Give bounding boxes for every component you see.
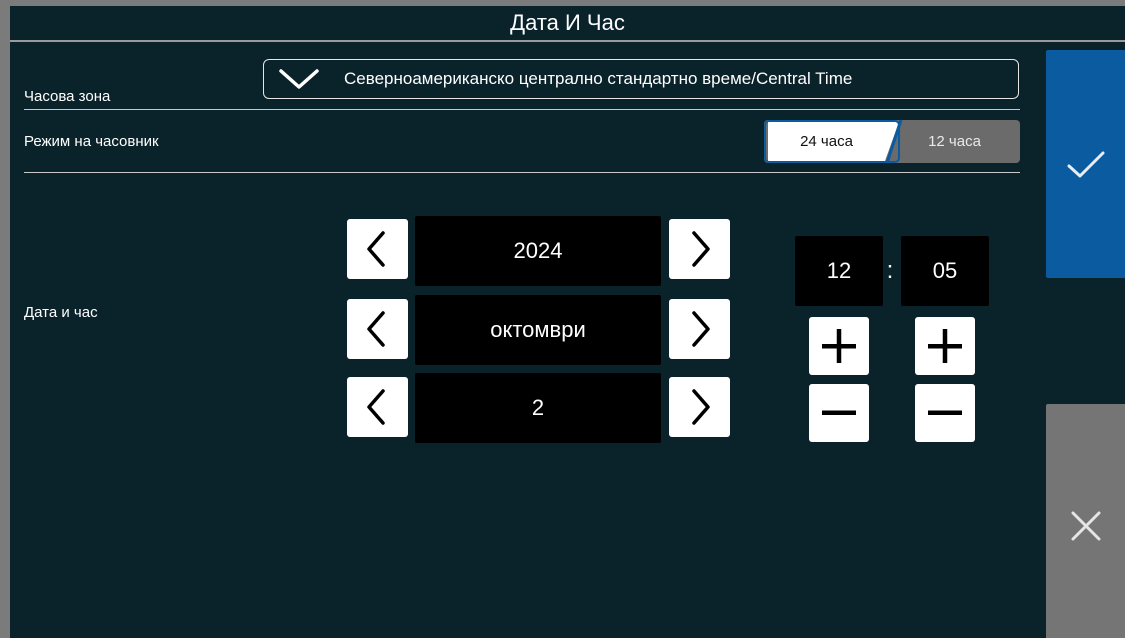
day-next-button[interactable] (669, 377, 730, 437)
plus-icon (822, 329, 856, 363)
chevron-right-icon (692, 231, 710, 267)
title-divider (10, 40, 1125, 42)
clock-mode-24h-option[interactable]: 24 часа (764, 120, 889, 163)
cancel-button[interactable] (1046, 404, 1125, 638)
month-next-button[interactable] (669, 299, 730, 359)
month-prev-button[interactable] (347, 299, 408, 359)
row-divider (24, 172, 1020, 173)
chevron-left-icon (367, 231, 385, 267)
chevron-left-icon (367, 311, 385, 347)
clock-mode-12h-option[interactable]: 12 часа (889, 120, 1020, 163)
hour-decrement-button[interactable] (809, 384, 869, 442)
timezone-dropdown[interactable]: Северноамериканско централно стандартно … (263, 59, 1019, 99)
clock-mode-toggle[interactable]: 24 часа 12 часа (764, 120, 1020, 163)
hour-increment-button[interactable] (809, 317, 869, 375)
time-separator: : (886, 257, 894, 284)
check-icon (1067, 151, 1105, 178)
chevron-right-icon (692, 311, 710, 347)
minute-field: 05 (901, 236, 989, 306)
minute-increment-button[interactable] (915, 317, 975, 375)
day-prev-button[interactable] (347, 377, 408, 437)
datetime-label: Дата и час (24, 304, 98, 321)
timezone-value: Северноамериканско централно стандартно … (344, 69, 853, 88)
close-icon (1071, 511, 1101, 541)
hour-field: 12 (795, 236, 883, 306)
chevron-down-icon (279, 69, 319, 89)
day-field: 2 (415, 373, 661, 443)
chevron-right-icon (692, 389, 710, 425)
chevron-left-icon (367, 389, 385, 425)
year-field: 2024 (415, 216, 661, 286)
minute-decrement-button[interactable] (915, 384, 975, 442)
year-next-button[interactable] (669, 219, 730, 279)
timezone-label: Часова зона (24, 88, 111, 105)
confirm-button[interactable] (1046, 50, 1125, 278)
minus-icon (928, 410, 962, 415)
plus-icon (928, 329, 962, 363)
clock-mode-label: Режим на часовник (24, 133, 159, 150)
month-field: октомври (415, 295, 661, 365)
year-prev-button[interactable] (347, 219, 408, 279)
minus-icon (822, 410, 856, 415)
page-title: Дата И Час (10, 6, 1125, 40)
row-divider (24, 109, 1020, 110)
window-frame-left (0, 0, 10, 638)
